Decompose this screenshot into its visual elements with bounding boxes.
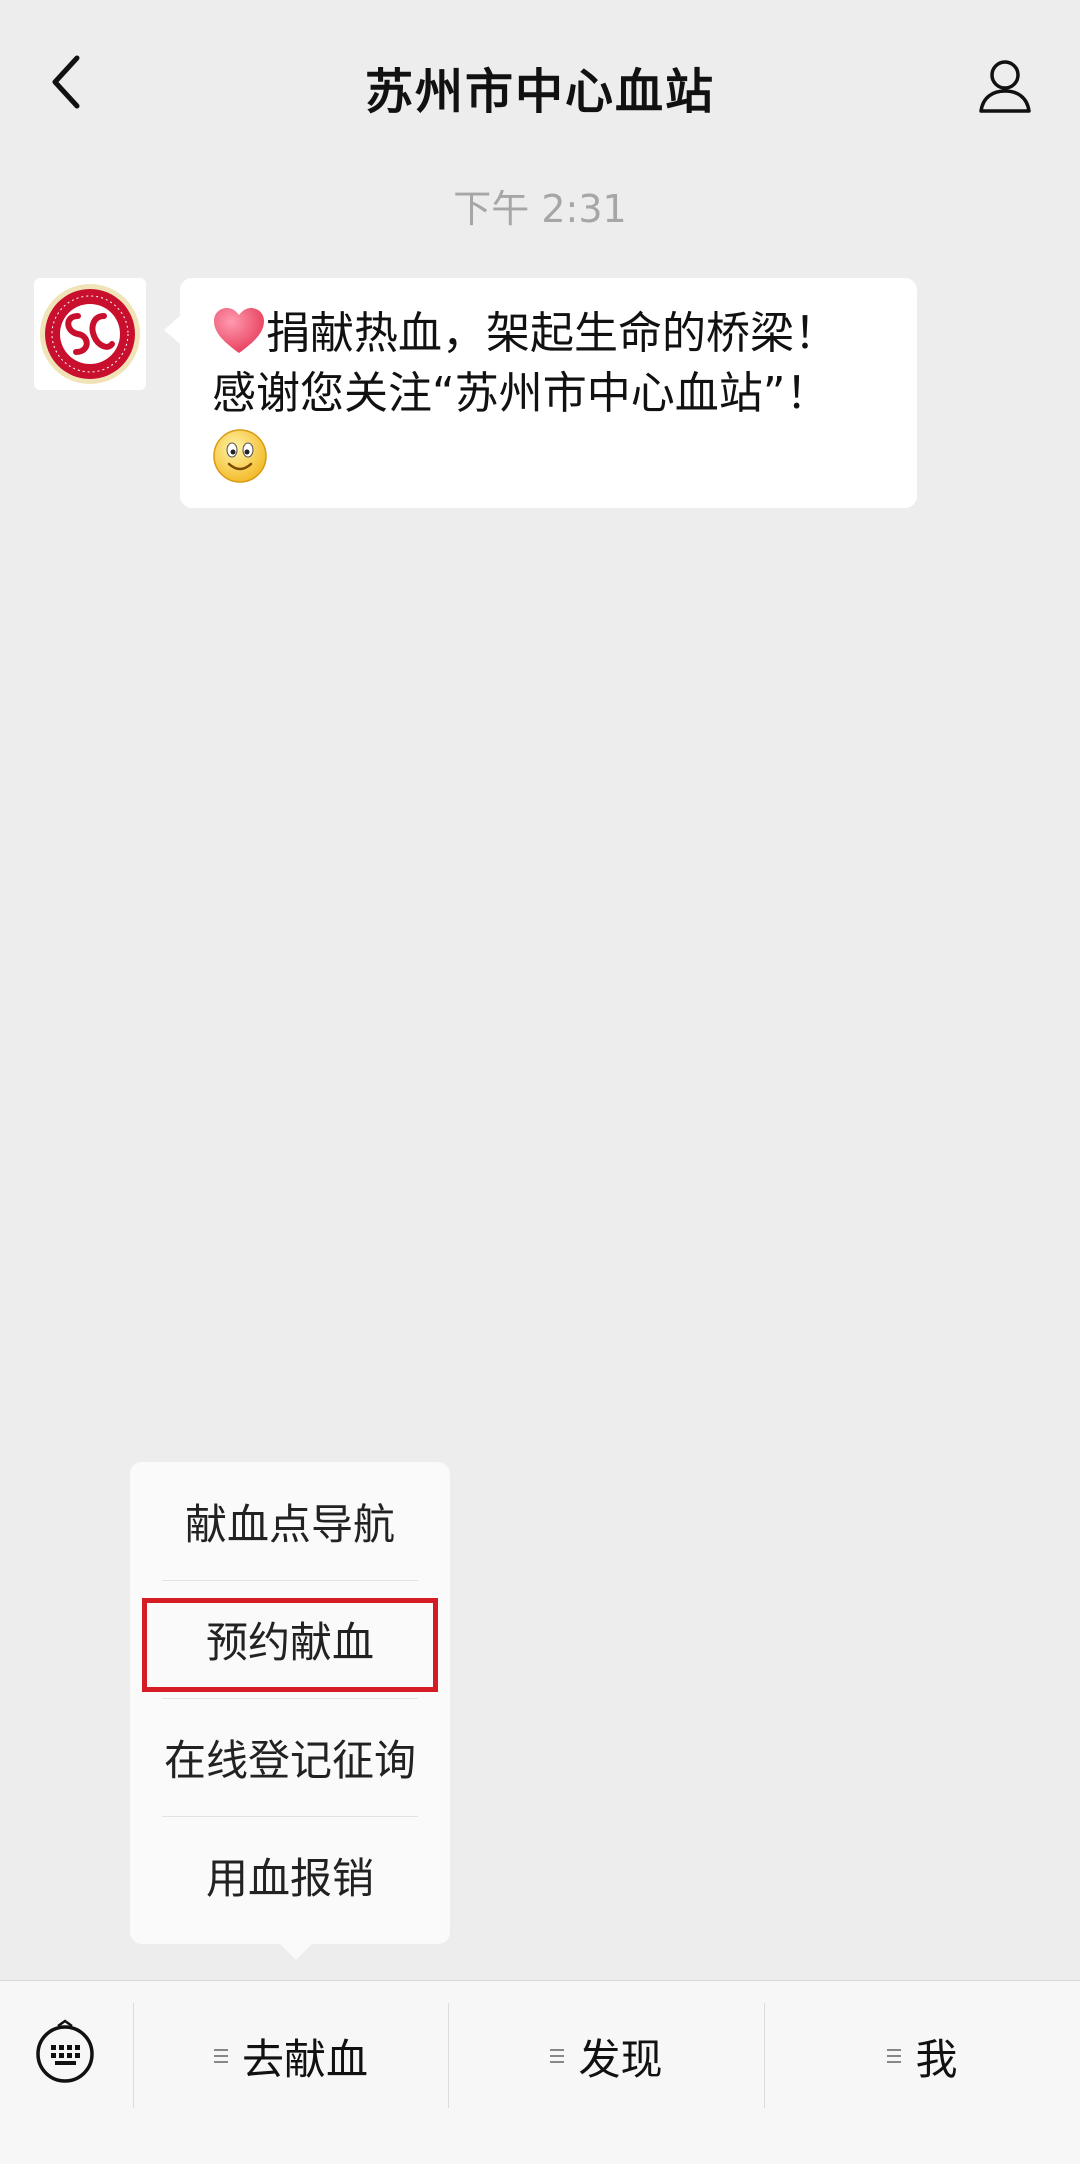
blood-center-logo — [40, 284, 140, 384]
message-line-1: 捐献热血，架起生命的桥梁！ — [212, 304, 885, 364]
menu-lines-icon — [213, 2045, 228, 2067]
message-text-2: 感谢您关注“苏州市中心血站”！ — [212, 368, 830, 419]
top-nav-bar: 苏州市中心血站 — [0, 0, 1080, 160]
menu-lines-icon — [887, 2045, 902, 2067]
submenu-popup: 献血点导航 预约献血 在线登记征询 用血报销 — [130, 1462, 450, 1960]
heart-emoji-icon — [214, 308, 264, 353]
menu-item-reimbursement[interactable]: 用血报销 — [130, 1816, 450, 1934]
message-bubble[interactable]: 捐献热血，架起生命的桥梁！ 感谢您关注“苏州市中心血站”！ — [164, 278, 917, 508]
page-title: 苏州市中心血站 — [364, 64, 715, 120]
user-icon — [979, 60, 1031, 113]
tab-label: 去献血 — [241, 2034, 368, 2084]
keyboard-icon — [36, 2019, 94, 2083]
menu-item-online-registration[interactable]: 在线登记征询 — [130, 1698, 450, 1816]
profile-button[interactable] — [970, 50, 1040, 120]
highlight-box — [142, 1598, 438, 1692]
message-text-1: 捐献热血，架起生命的桥梁！ — [266, 308, 838, 359]
tab-discover[interactable]: 发现 — [449, 2001, 764, 2111]
tab-donate-blood[interactable]: 去献血 — [134, 2001, 448, 2111]
tab-me[interactable]: 我 — [765, 2001, 1080, 2111]
message-line-3 — [212, 424, 885, 484]
keyboard-toggle-button[interactable] — [30, 2016, 100, 2086]
message-timestamp: 下午 2:31 — [453, 187, 627, 231]
smile-emoji-icon — [213, 429, 267, 483]
menu-item-navigation[interactable]: 献血点导航 — [130, 1462, 450, 1580]
menu-lines-icon — [550, 2045, 565, 2067]
tab-label: 我 — [915, 2034, 958, 2084]
tab-label: 发现 — [578, 2034, 663, 2084]
avatar[interactable] — [34, 278, 146, 390]
bottom-menu-bar: 去献血 发现 我 — [0, 1980, 1080, 2164]
